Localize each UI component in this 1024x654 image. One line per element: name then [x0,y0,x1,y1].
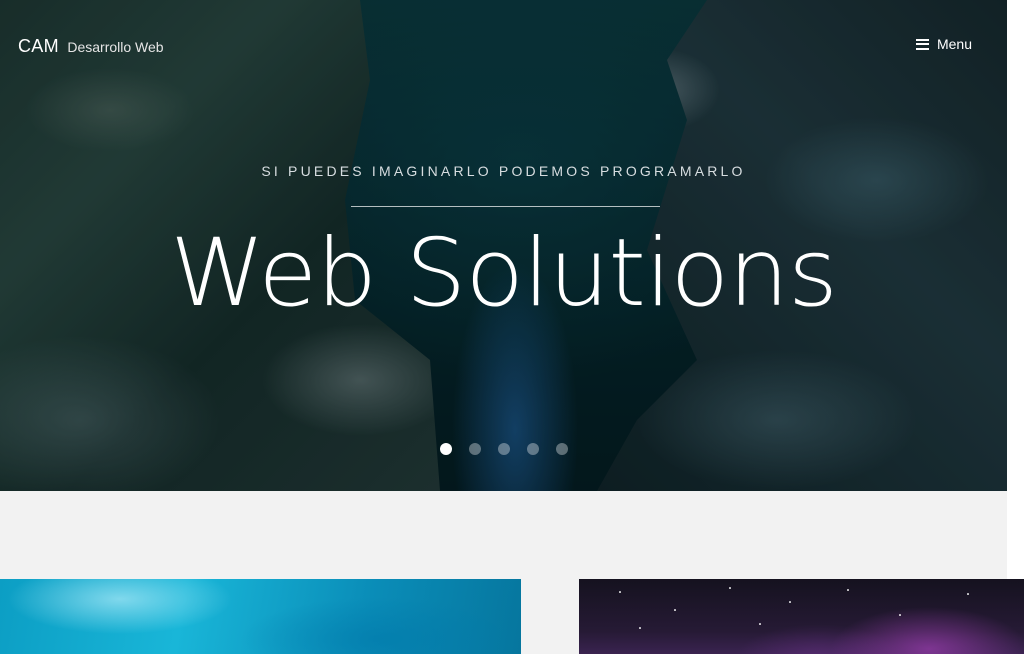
brand-name: CAM [18,36,59,56]
service-card-image-right[interactable] [579,579,1024,654]
slider-dot-5[interactable] [555,443,568,455]
slider-dot-3[interactable] [497,443,510,455]
slider-dot-2[interactable] [468,443,481,455]
menu-label: Menu [936,36,972,52]
hero-title: Web Solutions [170,219,838,328]
brand-tagline: Desarrollo Web [67,39,164,55]
hero-slider: CAM Desarrollo Web Menu SI PUEDES IMAGIN… [0,0,1007,491]
slider-dot-1[interactable] [439,443,452,455]
menu-button[interactable]: Menu [915,36,972,52]
slider-dot-4[interactable] [526,443,539,455]
hero-subtitle: SI PUEDES IMAGINARLO PODEMOS PROGRAMARLO [261,163,746,179]
slider-dots [0,443,1007,455]
scrollbar-track[interactable] [1007,0,1024,580]
hero-divider [351,206,660,207]
service-card-image-left[interactable] [0,579,521,654]
bars-icon [915,38,929,50]
brand-logo[interactable]: CAM Desarrollo Web [18,36,164,57]
